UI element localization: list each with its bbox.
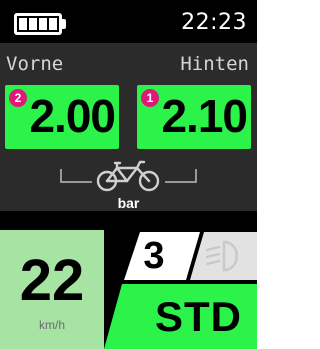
battery-terminal: [62, 19, 66, 29]
rear-wheel-label: Hinten: [180, 53, 249, 75]
front-wheel-bracket: [60, 169, 92, 183]
front-pressure-box: 2 2.00: [5, 85, 119, 149]
rear-wheel-bracket: [165, 169, 197, 183]
tire-pressure-panel: Vorne Hinten 2 2.00 1 2.10 bar: [0, 43, 257, 211]
assist-mode-value: STD: [155, 293, 242, 340]
battery-icon: [14, 13, 62, 35]
speed-unit: km/h: [38, 318, 65, 332]
front-wheel-label: Vorne: [6, 53, 64, 75]
rear-pressure-value: 2.10: [161, 90, 248, 142]
bicycle-diagram: [60, 160, 197, 192]
pressure-unit: bar: [117, 195, 140, 211]
clock: 22:23: [181, 10, 247, 35]
front-pressure-value: 2.00: [29, 90, 116, 142]
speed-value: 22: [19, 248, 85, 313]
rear-sensor-badge: 1: [141, 89, 159, 107]
gear-value: 3: [143, 235, 165, 277]
display-screen: 22:23 Vorne Hinten 2 2.00 1 2.10 bar 22 …: [0, 0, 257, 349]
rear-pressure-box: 1 2.10: [137, 85, 251, 149]
front-sensor-badge: 2: [9, 89, 27, 107]
bicycle-icon: [96, 160, 160, 192]
